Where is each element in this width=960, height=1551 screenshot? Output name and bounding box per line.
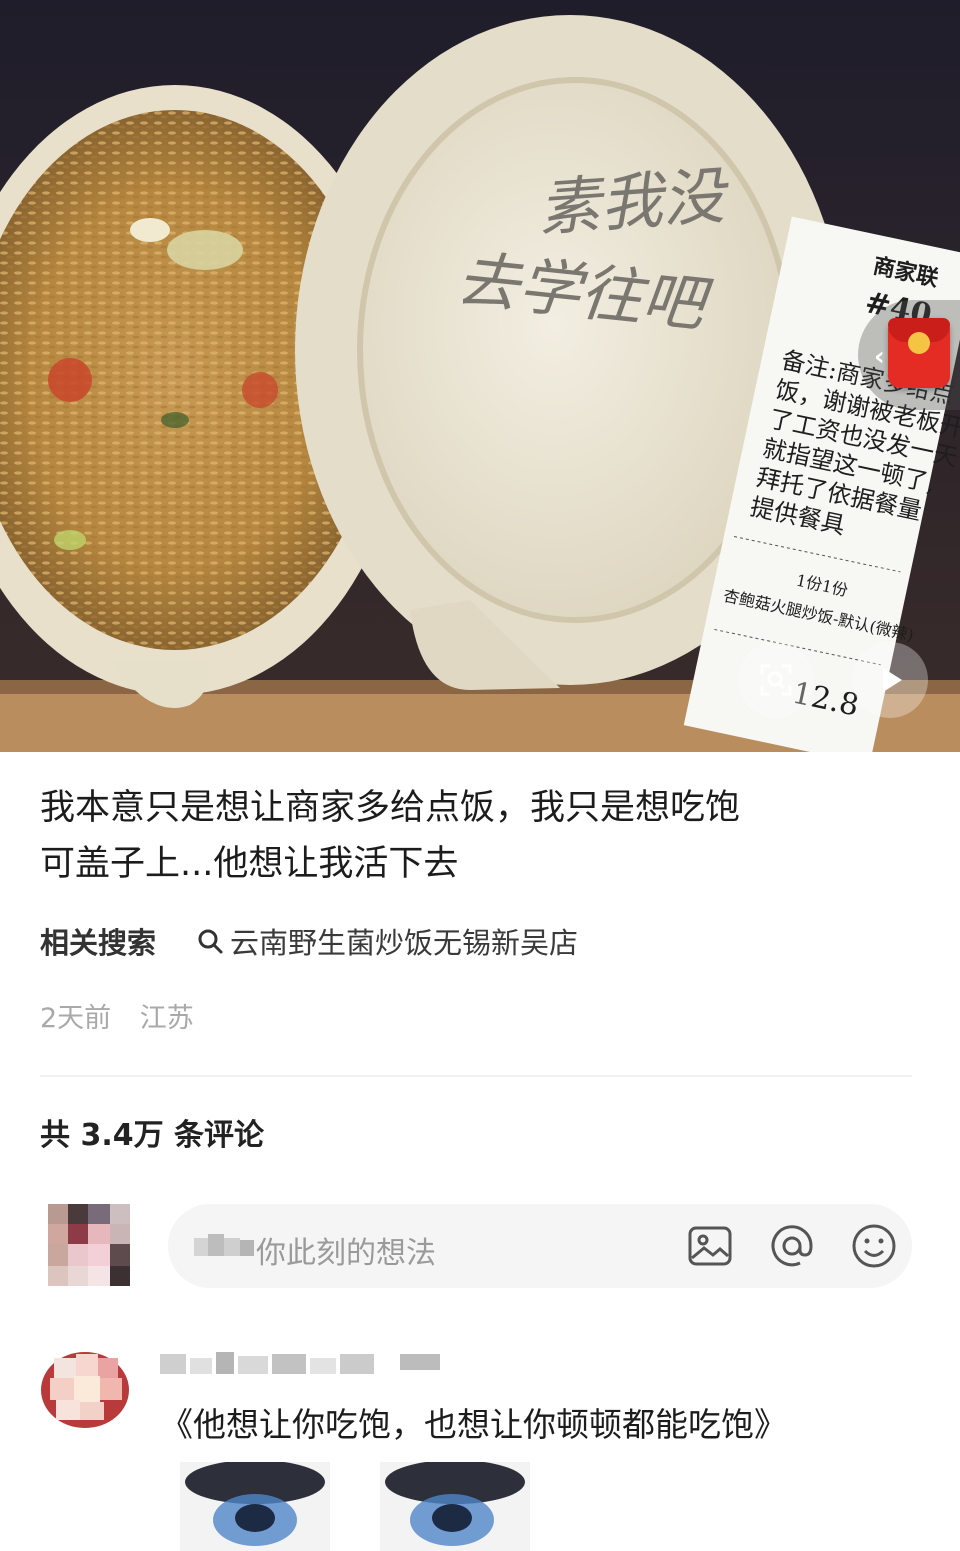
post-photo[interactable]: 素我没 去学往吧 商家联 #40 备注:商家多给点 饭，谢谢被老板开 了工资也没…: [0, 0, 960, 752]
related-search-query: 云南野生菌炒饭无锡新吴店: [230, 926, 579, 960]
search-icon: [198, 929, 223, 954]
red-packet-icon[interactable]: [888, 318, 950, 388]
at-icon[interactable]: [768, 1222, 816, 1270]
play-icon: [883, 668, 902, 692]
caption-line-1: 我本意只是想让商家多给点饭，我只是想吃饱: [40, 788, 741, 828]
scan-button[interactable]: [738, 642, 814, 718]
image-icon[interactable]: [686, 1222, 734, 1270]
related-search-suggestion[interactable]: 云南野生菌炒饭无锡新吴店: [196, 920, 578, 962]
play-button[interactable]: [852, 642, 928, 718]
fried-rice-image: 素我没 去学往吧 商家联 #40 备注:商家多给点 饭，谢谢被老板开 了工资也没…: [0, 0, 960, 752]
commenter-name[interactable]: [160, 1352, 450, 1376]
comment-input-placeholder: 你此刻的想法: [256, 1236, 436, 1271]
comment-image[interactable]: [180, 1462, 330, 1551]
related-search: 相关搜索 云南野生菌炒饭无锡新吴店: [40, 918, 578, 964]
divider: [40, 1075, 912, 1077]
commenter-avatar[interactable]: [40, 1352, 130, 1432]
lid-note-line1: 素我没: [536, 159, 733, 245]
post-location: 江苏: [139, 1003, 194, 1034]
smiley-icon[interactable]: [850, 1222, 898, 1270]
comment-count: 共 3.4万 条评论: [40, 1118, 265, 1153]
caption-line-2: 可盖子上...他想让我活下去: [40, 844, 459, 884]
comment-image[interactable]: [380, 1462, 530, 1551]
scan-icon: [760, 664, 792, 696]
chevron-left-icon: ‹: [874, 342, 885, 372]
post-time: 2天前: [40, 1003, 112, 1034]
my-avatar[interactable]: [48, 1204, 130, 1286]
post-caption: 我本意只是想让商家多给点饭，我只是想吃饱 可盖子上...他想让我活下去: [40, 780, 920, 892]
related-search-label: 相关搜索: [40, 926, 157, 960]
post-meta: 2天前 江苏: [40, 996, 214, 1035]
comment-text: 《他想让你吃饱，也想让你顿顿都能吃饱》: [160, 1405, 787, 1444]
